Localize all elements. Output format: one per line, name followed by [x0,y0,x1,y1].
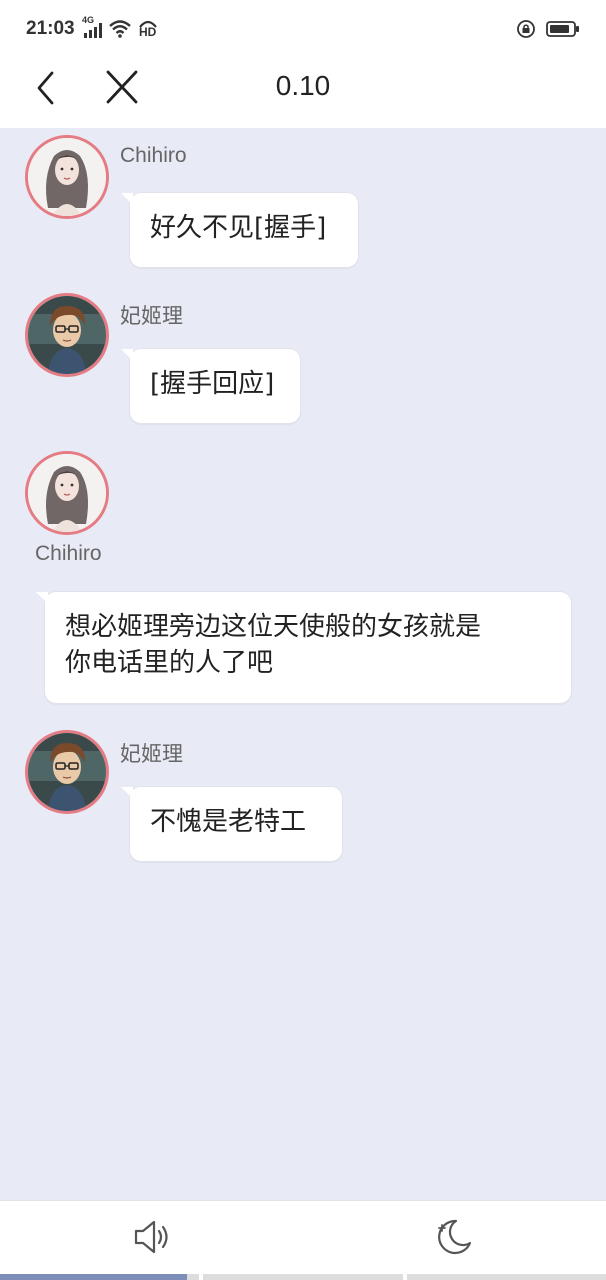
message-text-line: 你电话里的人了吧 [65,648,274,678]
hd-label: HD [139,25,157,39]
message-bubble[interactable]: 不愧是老特工 [121,786,343,862]
message-bubble[interactable]: 好久不见[握手] [121,192,359,268]
status-time: 21:03 [26,18,75,39]
speaker-name: 妃姬理 [120,305,183,328]
progress-segment [406,1274,606,1280]
speaker-name: Chihiro [35,542,102,565]
speaker-name: Chihiro [120,144,187,167]
progress-fill [0,1274,188,1280]
status-icons-right [516,19,580,39]
night-mode-button[interactable] [432,1215,476,1259]
message-bubble[interactable]: 想必姬理旁边这位天使般的女孩就是 你电话里的人了吧 [36,591,572,704]
avatar-chihiro[interactable] [25,451,109,535]
battery-icon [546,19,580,39]
title-bar: 0.10 [0,58,606,128]
woman-avatar-icon [28,454,106,532]
avatar-chihiro[interactable] [25,135,109,219]
man-glasses-avatar-icon [28,296,106,374]
bottom-bar [0,1200,606,1280]
progress-segment [0,1274,200,1280]
progress-segment [203,1274,403,1280]
progress-bar [0,1274,606,1280]
message-text: [握手回应] [150,369,275,399]
wifi-icon [108,19,132,39]
avatar-feiliji[interactable] [25,730,109,814]
page-title: 0.10 [275,70,331,101]
message-bubble[interactable]: [握手回应] [121,348,301,424]
screen-lock-icon [516,19,536,39]
status-icons-left: 4G HD [82,15,160,39]
message-text-line: 想必姬理旁边这位天使般的女孩就是 [65,612,482,642]
message-text: 不愧是老特工 [150,807,307,837]
sound-button[interactable] [130,1217,176,1257]
woman-avatar-icon [28,138,106,216]
avatar-feiliji[interactable] [25,293,109,377]
message-text: 好久不见[握手] [150,213,327,243]
speaker-name: 妃姬理 [120,743,183,766]
speaker-icon [134,1220,168,1254]
moon-icon [438,1219,472,1255]
status-bar: 21:03 4G HD [0,0,606,58]
man-glasses-avatar-icon [28,733,106,811]
hd-call-icon: HD [136,19,160,39]
chat-area[interactable]: Chihiro 好久不见[握手] 妃姬理 [握手回应] Chihiro 想必姬理… [0,128,606,1200]
signal-icon: 4G [82,15,104,39]
